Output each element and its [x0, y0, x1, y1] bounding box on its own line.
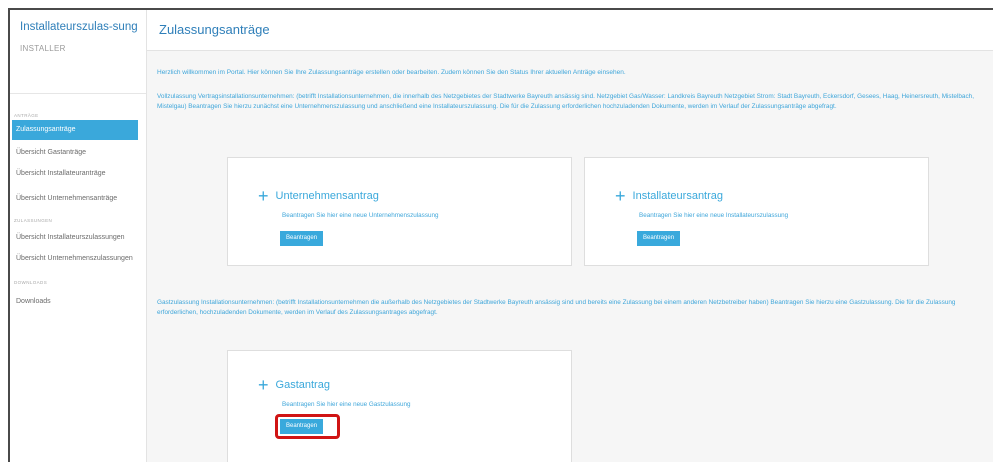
guest-application-card: + Gastantrag Beantragen Sie hier eine ne…	[227, 350, 572, 462]
plus-icon: +	[258, 375, 269, 395]
sidebar-item-installateurszulassungen[interactable]: Übersicht Installateurszulassungen	[10, 233, 146, 242]
section-heading-antraege: ANTRÄGE	[14, 113, 39, 118]
page-title: Zulassungsanträge	[159, 22, 270, 37]
app-window: Installateurszulas-sung INSTALLER ANTRÄG…	[8, 8, 993, 462]
card-title: Gastantrag	[275, 379, 330, 391]
card-header: + Gastantrag	[258, 375, 330, 395]
sidebar: Installateurszulas-sung INSTALLER ANTRÄG…	[10, 10, 147, 462]
sidebar-item-gastantraege[interactable]: Übersicht Gastanträge	[10, 148, 146, 157]
apply-guest-button[interactable]: Beantragen	[280, 419, 324, 434]
card-description: Beantragen Sie hier eine neue Unternehme…	[282, 212, 439, 219]
card-header: + Installateursantrag	[615, 186, 724, 206]
intro-text: Herzlich willkommen im Portal. Hier könn…	[157, 69, 626, 76]
sidebar-item-unternehmenszulassungen[interactable]: Übersicht Unternehmenszulassungen	[10, 254, 146, 263]
sidebar-item-downloads[interactable]: Downloads	[10, 297, 146, 306]
card-description: Beantragen Sie hier eine neue Gastzulass…	[282, 401, 411, 408]
section-heading-downloads: DOWNLOADS	[14, 280, 48, 285]
role-label: INSTALLER	[20, 44, 66, 53]
section-heading-zulassungen: ZULASSUNGEN	[14, 218, 53, 223]
apply-installer-button[interactable]: Beantragen	[637, 231, 681, 246]
apply-company-button[interactable]: Beantragen	[280, 231, 324, 246]
sidebar-item-installateurantraege[interactable]: Übersicht Installateuranträge	[10, 169, 146, 178]
card-title: Unternehmensantrag	[275, 190, 379, 202]
main-content: Zulassungsanträge Herzlich willkommen im…	[147, 10, 993, 462]
sidebar-item-zulassungsantraege[interactable]: Zulassungsanträge	[12, 120, 138, 140]
sidebar-item-unternehmensantraege[interactable]: Übersicht Unternehmensanträge	[10, 194, 146, 203]
guest-admission-info: Gastzulassung Installationsunternehmen: …	[157, 299, 956, 316]
installer-application-card: + Installateursantrag Beantragen Sie hie…	[584, 157, 929, 266]
app-title: Installateurszulas-sung	[20, 21, 138, 33]
plus-icon: +	[258, 186, 269, 206]
full-admission-info: Vollzulassung Vertragsinstallationsunter…	[157, 93, 975, 110]
header: Zulassungsanträge	[147, 10, 993, 51]
plus-icon: +	[615, 186, 626, 206]
card-title: Installateursantrag	[632, 190, 724, 202]
card-description: Beantragen Sie hier eine neue Installate…	[639, 212, 789, 219]
company-application-card: + Unternehmensantrag Beantragen Sie hier…	[227, 157, 572, 266]
card-header: + Unternehmensantrag	[258, 186, 379, 206]
brand: Installateurszulas-sung INSTALLER	[10, 10, 146, 94]
